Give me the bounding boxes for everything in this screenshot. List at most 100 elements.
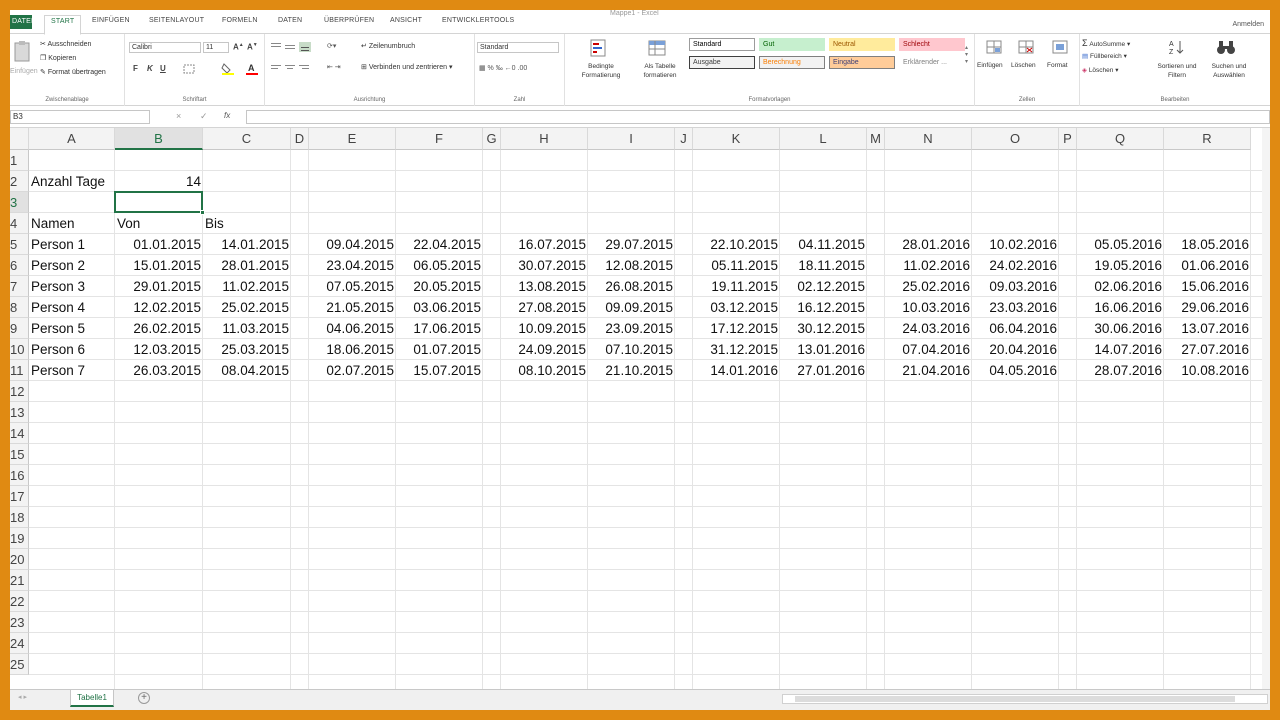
cell-name[interactable]: Person 5 bbox=[29, 318, 115, 339]
cell-date[interactable]: 26.02.2015 bbox=[115, 318, 203, 339]
cell-style-5[interactable]: Ausgabe bbox=[689, 56, 755, 69]
format-cells-button[interactable]: Format bbox=[1047, 62, 1068, 69]
cell-b2-value[interactable]: 14 bbox=[115, 171, 203, 192]
tab-formulas[interactable]: FORMELN bbox=[222, 17, 258, 24]
shrink-font-button[interactable]: A▼ bbox=[247, 42, 258, 52]
font-name-select[interactable]: Calibri bbox=[129, 42, 201, 53]
cell-style-8[interactable]: Erklärender ... bbox=[899, 56, 965, 69]
cell-date[interactable]: 07.04.2016 bbox=[885, 339, 972, 360]
cell-date[interactable]: 06.05.2015 bbox=[396, 255, 483, 276]
delete-cells-button[interactable]: Löschen bbox=[1011, 62, 1036, 69]
cell-date[interactable]: 08.04.2015 bbox=[203, 360, 291, 381]
tab-developer[interactable]: ENTWICKLERTOOLS bbox=[442, 17, 514, 24]
horizontal-scrollbar[interactable] bbox=[782, 694, 1268, 704]
cell-name[interactable]: Person 3 bbox=[29, 276, 115, 297]
horizontal-scroll-thumb[interactable] bbox=[795, 696, 1235, 702]
cell-date[interactable]: 13.07.2016 bbox=[1164, 318, 1251, 339]
format-cells-icon[interactable] bbox=[1051, 38, 1069, 56]
format-as-table-button[interactable]: Als Tabelle formatieren bbox=[631, 62, 689, 80]
cell-date[interactable]: 21.05.2015 bbox=[309, 297, 396, 318]
cell-date[interactable]: 14.01.2015 bbox=[203, 234, 291, 255]
cell-date[interactable]: 11.02.2015 bbox=[203, 276, 291, 297]
copy-button[interactable]: ❐ Kopieren bbox=[40, 54, 76, 62]
formula-input[interactable] bbox=[246, 110, 1270, 124]
find-select-button[interactable]: Suchen und Auswählen bbox=[1204, 62, 1254, 80]
cell-date[interactable]: 04.11.2015 bbox=[780, 234, 867, 255]
cell-date[interactable]: 16.12.2015 bbox=[780, 297, 867, 318]
cell-date[interactable]: 19.11.2015 bbox=[693, 276, 780, 297]
cell-name[interactable]: Person 4 bbox=[29, 297, 115, 318]
enter-icon[interactable]: ✓ bbox=[200, 111, 208, 122]
worksheet-grid[interactable]: A B C D E F G H I J K L M N O P Q R 1 2 3 4 5 6 7 8 9 10 11 12 13 14 15 1… bbox=[10, 128, 1270, 689]
tab-insert[interactable]: EINFÜGEN bbox=[92, 17, 130, 24]
cell-date[interactable]: 20.04.2016 bbox=[972, 339, 1059, 360]
cell-date[interactable]: 28.01.2015 bbox=[203, 255, 291, 276]
fill-color-icon[interactable] bbox=[221, 62, 235, 76]
insert-function-icon[interactable]: fx bbox=[224, 111, 230, 120]
row-header-10[interactable]: 10 bbox=[10, 339, 29, 360]
row-header-5[interactable]: 5 bbox=[10, 234, 29, 255]
format-as-table-icon[interactable] bbox=[647, 38, 667, 58]
underline-button[interactable]: U bbox=[160, 64, 166, 73]
column-header-h[interactable]: H bbox=[501, 128, 588, 150]
row-header-13[interactable]: 13 bbox=[10, 402, 29, 423]
cell-date[interactable]: 28.07.2016 bbox=[1077, 360, 1164, 381]
cell-date[interactable]: 23.04.2015 bbox=[309, 255, 396, 276]
cell-date[interactable]: 15.06.2016 bbox=[1164, 276, 1251, 297]
row-header-20[interactable]: 20 bbox=[10, 549, 29, 570]
tab-page-layout[interactable]: SEITENLAYOUT bbox=[149, 17, 204, 24]
cell-date[interactable]: 27.08.2015 bbox=[501, 297, 588, 318]
cell-a2-label[interactable]: Anzahl Tage bbox=[29, 171, 115, 192]
sheet-nav-arrows[interactable]: ◂ ▸ bbox=[18, 693, 27, 701]
row-header-21[interactable]: 21 bbox=[10, 570, 29, 591]
cell-date[interactable]: 22.04.2015 bbox=[396, 234, 483, 255]
format-painter-button[interactable]: ✎ Format übertragen bbox=[40, 68, 106, 76]
number-format-select[interactable]: Standard bbox=[477, 42, 559, 53]
cell-date[interactable]: 13.08.2015 bbox=[501, 276, 588, 297]
column-header-l[interactable]: L bbox=[780, 128, 867, 150]
column-header-m[interactable]: M bbox=[867, 128, 885, 150]
column-header-d[interactable]: D bbox=[291, 128, 309, 150]
column-header-i[interactable]: I bbox=[588, 128, 675, 150]
cell-date[interactable]: 01.06.2016 bbox=[1164, 255, 1251, 276]
bold-button[interactable]: F bbox=[133, 64, 138, 73]
row-header-8[interactable]: 8 bbox=[10, 297, 29, 318]
cell-date[interactable]: 22.10.2015 bbox=[693, 234, 780, 255]
font-color-icon[interactable]: A bbox=[245, 62, 259, 76]
row-header-7[interactable]: 7 bbox=[10, 276, 29, 297]
cell-date[interactable]: 13.01.2016 bbox=[780, 339, 867, 360]
cell-date[interactable]: 16.06.2016 bbox=[1077, 297, 1164, 318]
row-header-23[interactable]: 23 bbox=[10, 612, 29, 633]
column-header-g[interactable]: G bbox=[483, 128, 501, 150]
cell-date[interactable]: 17.06.2015 bbox=[396, 318, 483, 339]
cell-date[interactable]: 21.10.2015 bbox=[588, 360, 675, 381]
cell-date[interactable]: 23.09.2015 bbox=[588, 318, 675, 339]
vertical-align-icons[interactable] bbox=[271, 42, 321, 52]
cell-date[interactable]: 06.04.2016 bbox=[972, 318, 1059, 339]
cell-date[interactable]: 29.07.2015 bbox=[588, 234, 675, 255]
column-header-p[interactable]: P bbox=[1059, 128, 1077, 150]
cell-date[interactable]: 01.07.2015 bbox=[396, 339, 483, 360]
grow-font-button[interactable]: A▲ bbox=[233, 42, 244, 52]
column-header-f[interactable]: F bbox=[396, 128, 483, 150]
add-sheet-button[interactable]: + bbox=[138, 692, 150, 704]
row-header-19[interactable]: 19 bbox=[10, 528, 29, 549]
cancel-icon[interactable]: × bbox=[176, 111, 181, 121]
merge-center-button[interactable]: ⊞ Verbinden und zentrieren ▾ bbox=[361, 63, 453, 71]
italic-button[interactable]: K bbox=[147, 64, 153, 73]
cell-b4-header[interactable]: Von bbox=[115, 213, 203, 234]
row-header-6[interactable]: 6 bbox=[10, 255, 29, 276]
sort-filter-button[interactable]: Sortieren und Filtern bbox=[1152, 62, 1202, 80]
cell-date[interactable]: 03.06.2015 bbox=[396, 297, 483, 318]
cell-date[interactable]: 26.08.2015 bbox=[588, 276, 675, 297]
cell-date[interactable]: 25.02.2015 bbox=[203, 297, 291, 318]
cell-date[interactable]: 05.05.2016 bbox=[1077, 234, 1164, 255]
row-header-3[interactable]: 3 bbox=[10, 192, 29, 213]
cell-date[interactable]: 21.04.2016 bbox=[885, 360, 972, 381]
tab-file[interactable]: DATEI bbox=[10, 15, 33, 29]
fill-handle[interactable] bbox=[200, 210, 205, 215]
column-header-r[interactable]: R bbox=[1164, 128, 1251, 150]
cut-button[interactable]: ✂ Ausschneiden bbox=[40, 40, 91, 48]
cell-date[interactable]: 27.01.2016 bbox=[780, 360, 867, 381]
row-header-24[interactable]: 24 bbox=[10, 633, 29, 654]
